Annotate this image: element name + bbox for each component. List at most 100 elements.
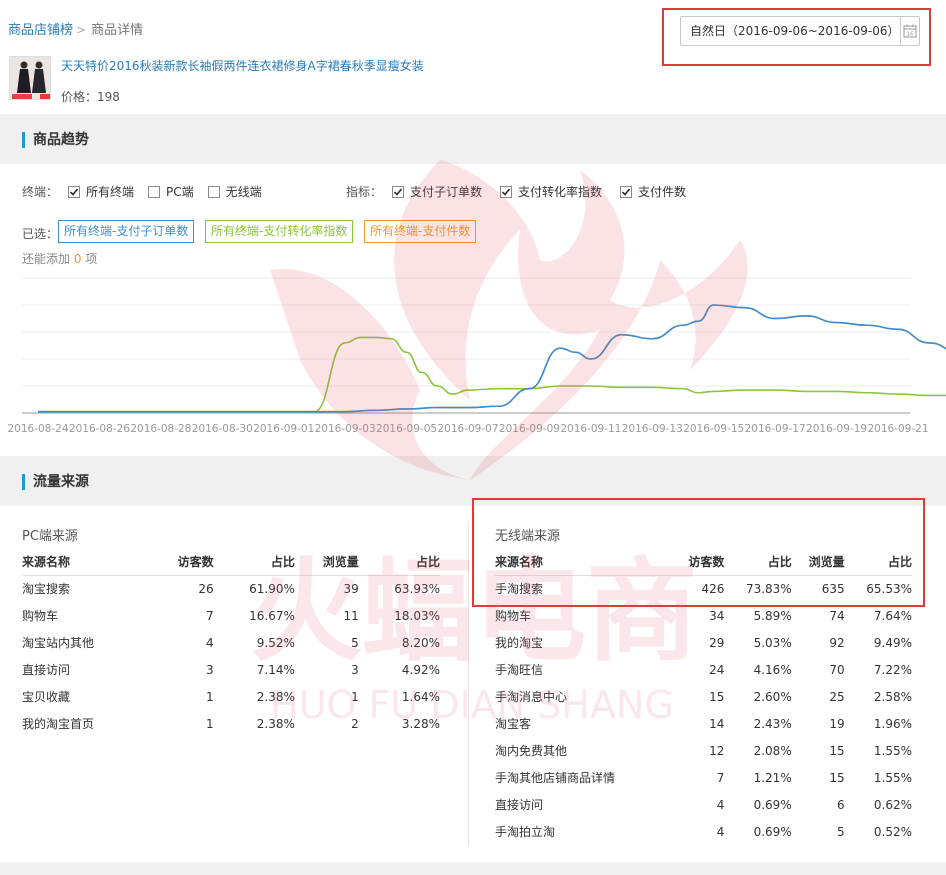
column-header[interactable]: 占比	[724, 549, 792, 576]
checkbox-checked-icon[interactable]	[68, 185, 81, 198]
table-row: 宝贝收藏 1 2.38% 1 1.64%	[22, 683, 440, 710]
terminal-option-2[interactable]: 无线端	[207, 183, 262, 200]
column-header[interactable]: 来源名称	[22, 549, 150, 576]
column-header[interactable]: 访客数	[149, 549, 214, 576]
metric-option-label: 支付件数	[638, 185, 687, 199]
column-header[interactable]: 占比	[213, 549, 295, 576]
selected-label: 已选：	[22, 225, 58, 242]
calendar-button[interactable]: 16	[899, 17, 919, 45]
value-cell: 2.38%	[256, 689, 295, 704]
value-cell: 70	[829, 662, 845, 677]
metric-option-label: 支付子订单数	[410, 185, 483, 199]
value-cell: 34	[709, 608, 725, 623]
terminal-option-label: 无线端	[225, 185, 262, 199]
value-cell: 1.55%	[873, 743, 912, 758]
value-cell: 5.89%	[753, 608, 792, 623]
source-name-cell: 直接访问	[22, 663, 71, 677]
x-tick-label: 2016-09-15	[683, 423, 744, 435]
selected-tag-2[interactable]: 所有终端-支付件数	[364, 220, 477, 243]
terminal-option-label: PC端	[166, 185, 194, 199]
value-cell: 4.92%	[401, 662, 440, 677]
table-row: 购物车 34 5.89% 74 7.64%	[495, 602, 912, 629]
table-row: 购物车 7 16.67% 11 18.03%	[22, 602, 440, 629]
trend-section-title: 商品趋势	[22, 132, 89, 148]
metric-options: 支付子订单数 支付转化率指数 支付件数	[392, 183, 696, 200]
date-range-value[interactable]: 自然日（2016-09-06~2016-09-06）	[681, 17, 900, 45]
mobile-source-title: 无线端来源	[495, 529, 561, 544]
value-cell: 15	[829, 743, 845, 758]
checkbox-checked-icon[interactable]	[620, 185, 633, 198]
x-tick-label: 2016-08-30	[192, 423, 253, 435]
checkbox-checked-icon[interactable]	[392, 185, 405, 198]
selected-tag-1[interactable]: 所有终端-支付转化率指数	[205, 220, 354, 243]
table-header-row: 来源名称 访客数 占比 浏览量 占比	[495, 549, 912, 576]
value-cell: 65.53%	[866, 581, 912, 596]
column-header[interactable]: 浏览量	[791, 549, 845, 576]
value-cell: 7.14%	[256, 662, 295, 677]
value-cell: 3	[351, 662, 359, 677]
source-name-cell: 购物车	[495, 609, 532, 623]
value-cell: 0.69%	[753, 797, 792, 812]
value-cell: 5	[351, 635, 359, 650]
value-cell: 1.21%	[753, 770, 792, 785]
source-name-cell: 我的淘宝首页	[22, 717, 95, 731]
selected-tag-0[interactable]: 所有终端-支付子订单数	[58, 220, 195, 243]
column-header[interactable]: 来源名称	[495, 549, 672, 576]
table-row: 手淘拍立淘 4 0.69% 5 0.52%	[495, 818, 912, 845]
source-name-cell: 购物车	[22, 609, 59, 623]
value-cell: 4	[716, 797, 725, 812]
column-header[interactable]: 浏览量	[294, 549, 359, 576]
value-cell: 24	[709, 662, 725, 677]
checkbox-empty-icon[interactable]	[207, 185, 220, 198]
value-cell: 3	[206, 662, 214, 677]
value-cell: 63.93%	[394, 581, 440, 596]
table-row: 手淘其他店铺商品详情 7 1.21% 15 1.55%	[495, 764, 912, 791]
metric-option-0[interactable]: 支付子订单数	[392, 183, 482, 200]
value-cell: 2.43%	[753, 716, 792, 731]
pc-source-table: 来源名称 访客数 占比 浏览量 占比 淘宝搜索 26 61.90% 39 63.93% 购物车 7 16…	[22, 549, 440, 737]
value-cell: 25	[829, 689, 845, 704]
value-cell: 8.20%	[401, 635, 440, 650]
date-range-picker[interactable]: 自然日（2016-09-06~2016-09-06） 16	[680, 16, 920, 46]
value-cell: 1.55%	[873, 770, 912, 785]
value-cell: 7	[716, 770, 725, 785]
value-cell: 7.64%	[873, 608, 912, 623]
metric-filter: 指标： 支付子订单数 支付转化率指数 支付件数	[346, 183, 696, 200]
value-cell: 6	[837, 797, 845, 812]
value-cell: 2.08%	[753, 743, 792, 758]
product-title-link[interactable]: 天天特价2016秋装新款长袖假两件连衣裙修身A字裙春秋季显瘦女装	[61, 57, 424, 74]
value-cell: 73.83%	[745, 581, 792, 596]
source-name-cell: 淘宝站内其他	[22, 636, 95, 650]
pc-source-title: PC端来源	[22, 529, 78, 544]
value-cell: 2.38%	[256, 716, 295, 731]
product-thumbnail[interactable]	[9, 56, 51, 100]
x-tick-label: 2016-09-13	[622, 423, 683, 435]
page-header: 商品店铺榜 > 商品详情 自然日（2016-09-06~2016-09-06） 16…	[0, 0, 946, 114]
terminal-option-1[interactable]: PC端	[148, 183, 194, 200]
terminal-option-0[interactable]: 所有终端	[68, 183, 134, 200]
metric-option-1[interactable]: 支付转化率指数	[500, 183, 602, 200]
series-line-1	[38, 304, 946, 413]
metric-option-2[interactable]: 支付件数	[620, 183, 686, 200]
add-hint: 还能添加 0 项	[22, 250, 97, 267]
checkbox-empty-icon[interactable]	[148, 185, 161, 198]
x-tick-label: 2016-09-21	[867, 423, 928, 435]
value-cell: 4	[206, 635, 214, 650]
calendar-icon: 16	[903, 24, 917, 38]
column-header[interactable]: 访客数	[671, 549, 725, 576]
checkbox-checked-icon[interactable]	[500, 185, 513, 198]
table-row: 我的淘宝 29 5.03% 92 9.49%	[495, 629, 912, 656]
price-value: 198	[97, 90, 120, 104]
x-tick-label: 2016-09-11	[560, 423, 621, 435]
column-header[interactable]: 占比	[844, 549, 912, 576]
product-price: 价格：198	[61, 88, 120, 105]
column-header[interactable]: 占比	[358, 549, 440, 576]
value-cell: 26	[198, 581, 214, 596]
table-row: 淘内免费其他 12 2.08% 15 1.55%	[495, 737, 912, 764]
breadcrumb-root-link[interactable]: 商品店铺榜	[8, 23, 73, 38]
value-cell: 1.96%	[873, 716, 912, 731]
source-name-cell: 淘宝客	[495, 717, 532, 731]
value-cell: 0.69%	[753, 824, 792, 839]
terminal-option-label: 所有终端	[86, 185, 135, 199]
x-tick-label: 2016-09-19	[806, 423, 867, 435]
